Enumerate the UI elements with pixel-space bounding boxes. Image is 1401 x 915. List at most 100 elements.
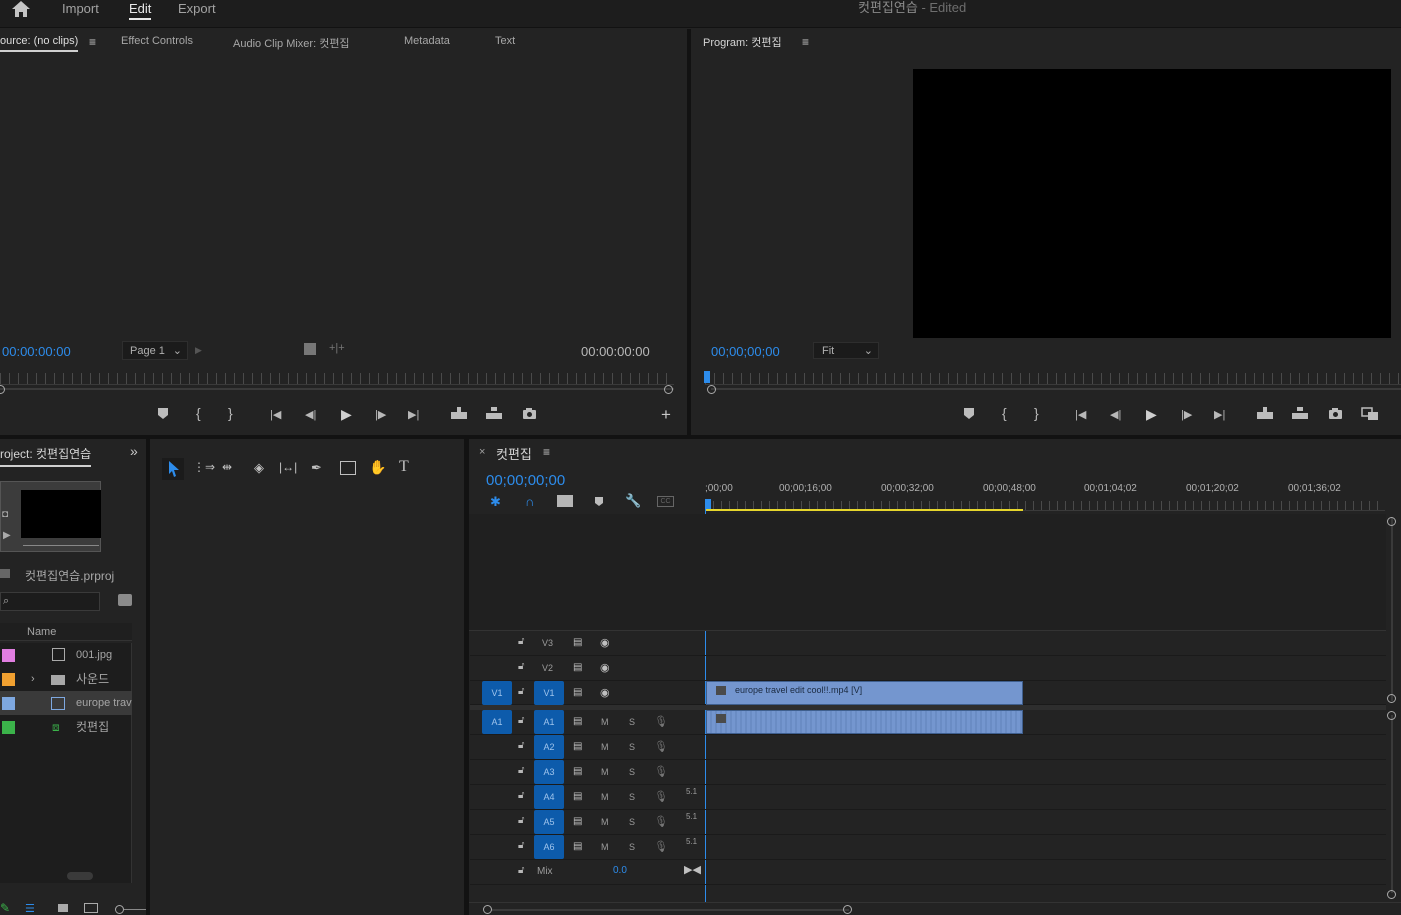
track-target-a2[interactable]: A2 [534,735,564,759]
tab-text[interactable]: Text [495,35,515,47]
captions-icon[interactable]: CC [657,496,674,507]
slip-tool-icon[interactable]: |↔| [279,460,297,474]
mute-button[interactable]: M [601,792,609,802]
mark-in-icon[interactable]: { [196,405,201,421]
track-target-a6[interactable]: A6 [534,835,564,859]
audio-clip[interactable] [706,710,1023,734]
timeline-timecode[interactable]: 00;00;00;00 [486,472,565,489]
list-item[interactable]: › 사운드 [0,667,132,691]
go-to-out-icon[interactable]: ▶| [1214,408,1225,421]
column-name[interactable]: Name [27,626,56,638]
track-a2[interactable]: 🔓︎ A2 ▤ M S 🎙︎ [470,735,1386,760]
label-swatch[interactable] [2,721,15,734]
solo-button[interactable]: S [629,742,635,752]
chevron-right-icon[interactable]: › [31,667,35,691]
zoom-slider-handle[interactable] [115,905,124,914]
step-forward-icon[interactable]: |▶ [1181,408,1192,421]
zoom-handle-left[interactable] [483,905,492,914]
fit-select[interactable]: Fit ⌄ [813,342,879,359]
track-target-a3[interactable]: A3 [534,760,564,784]
step-forward-icon[interactable]: |▶ [375,408,386,421]
microphone-icon[interactable]: 🎙︎ [654,715,668,728]
nest-icon[interactable]: ✱ [490,494,501,510]
play-icon[interactable]: ▶ [341,406,352,423]
snap-icon[interactable]: ∩ [525,494,534,509]
lift-icon[interactable] [1256,407,1274,420]
close-icon[interactable]: × [479,446,485,458]
playhead-marker[interactable] [705,499,711,509]
tab-metadata[interactable]: Metadata [404,35,450,47]
tab-source[interactable]: ource: (no clips) [0,35,79,52]
go-to-out-icon[interactable]: ▶| [408,408,419,421]
lock-icon[interactable]: 🔓︎ [518,661,524,672]
expand-panels-icon[interactable]: » [130,443,138,459]
solo-button[interactable]: S [629,767,635,777]
insert-icon[interactable] [450,407,468,420]
mix-volume-value[interactable]: 0.0 [613,865,627,876]
freeform-view-icon[interactable] [84,903,98,913]
track-v3[interactable]: 🔓︎ V3 ▤ ◉ [470,631,1386,656]
track-v2[interactable]: 🔓︎ V2 ▤ ◉ [470,656,1386,681]
sync-lock-icon[interactable]: ▤ [573,662,582,673]
razor-tool-icon[interactable]: ◈ [254,460,264,476]
microphone-icon[interactable]: 🎙︎ [654,740,668,753]
go-to-in-icon[interactable]: |◀ [1075,408,1086,421]
play-thumb-icon[interactable]: ▶ [3,530,11,541]
compare-icon[interactable]: +|+ [329,342,345,354]
program-zoom-bar[interactable] [711,388,1401,390]
horizontal-zoom-scrollbar[interactable] [491,909,849,911]
lock-icon[interactable]: 🔓︎ [518,865,524,876]
sync-lock-icon[interactable]: ▤ [573,687,582,698]
microphone-icon[interactable]: 🎙︎ [654,765,668,778]
eye-icon[interactable]: ◉ [600,636,610,649]
sync-lock-icon[interactable]: ▤ [573,741,582,752]
empty-track-area[interactable] [469,514,1386,630]
rectangle-tool-icon[interactable] [340,461,356,475]
lock-icon[interactable]: 🔓︎ [518,715,524,726]
export-frame-icon[interactable] [1328,407,1343,420]
ripple-edit-tool-icon[interactable]: ⇹ [222,460,232,474]
lock-icon[interactable]: 🔓︎ [518,840,524,851]
wrench-icon[interactable]: 🔧 [625,493,641,509]
source-patch-a1[interactable]: A1 [482,710,512,734]
sync-lock-icon[interactable]: ▤ [573,766,582,777]
time-ruler[interactable]: ;00;00 00;00;16;00 00;00;32;00 00;00;48;… [705,483,1385,499]
eye-icon[interactable]: ◉ [600,686,610,699]
pen-tool-icon[interactable]: ✒ [311,460,322,476]
mute-button[interactable]: M [601,842,609,852]
mute-button[interactable]: M [601,767,609,777]
source-patch-v1[interactable]: V1 [482,681,512,705]
lock-icon[interactable]: 🔓︎ [518,815,524,826]
track-a1[interactable]: A1 🔓︎ A1 ▤ M S 🎙︎ [470,710,1386,735]
mix-go-to-end-icon[interactable]: ▶◀ [684,863,701,876]
scrollbar-thumb[interactable] [67,872,93,880]
thumbnail-preview[interactable] [0,481,101,552]
microphone-icon[interactable]: 🎙︎ [654,840,668,853]
track-a4[interactable]: 🔓︎ A4 ▤ M S 🎙︎ 5.1 [470,785,1386,810]
menu-import[interactable]: Import [62,0,99,28]
menu-edit[interactable]: Edit [129,0,152,20]
camera-icon[interactable]: ◘ [2,509,8,520]
extract-icon[interactable] [1291,407,1309,420]
video-clip[interactable]: europe travel edit cool!!.mp4 [V] [706,681,1023,705]
mark-in-icon[interactable]: { [1002,405,1007,421]
sync-lock-icon[interactable]: ▤ [573,716,582,727]
list-item[interactable]: ⧈ 컷편집 [0,715,132,739]
source-ruler[interactable] [0,373,674,385]
type-tool-icon[interactable]: T [399,458,409,476]
zoom-handle-right[interactable] [664,385,673,394]
label-swatch[interactable] [2,649,15,662]
zoom-handle-left[interactable] [707,385,716,394]
list-item[interactable]: 001.jpg [0,643,132,667]
source-timecode[interactable]: 00:00:00:00 [2,344,71,359]
pencil-icon[interactable]: ✎ [0,901,10,915]
tab-audio-clip-mixer[interactable]: Audio Clip Mixer: 컷편집 [233,35,350,51]
button-editor-plus-icon[interactable]: + [661,405,671,425]
mute-button[interactable]: M [601,742,609,752]
zoom-slider[interactable] [124,909,146,910]
menu-export[interactable]: Export [178,0,216,28]
track-v1[interactable]: V1 🔓︎ V1 ▤ ◉ europe travel edit cool!!.m… [470,681,1386,705]
solo-button[interactable]: S [629,817,635,827]
comparison-view-icon[interactable] [1361,407,1379,421]
selection-tool-icon[interactable] [162,458,184,480]
